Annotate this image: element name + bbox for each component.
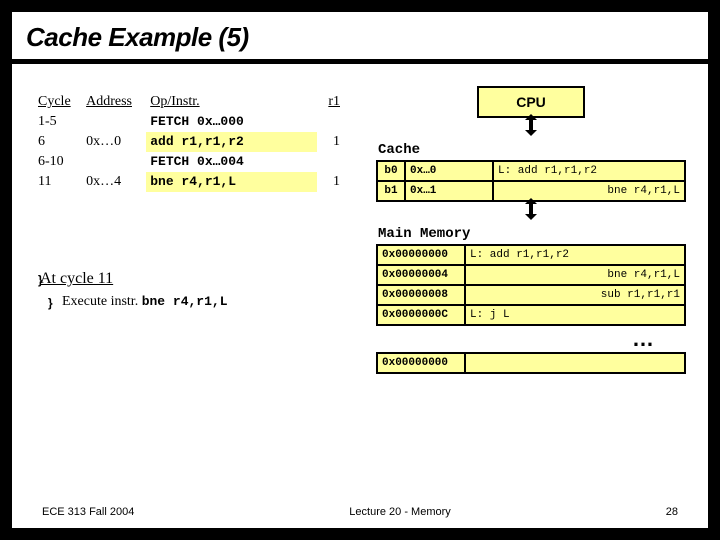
- diagram: CPU Cache b0 0x…0 L: add r1,r1,r2 b1 0x……: [376, 86, 686, 374]
- slide: Cache Example (5) Cycle Address Op/Instr…: [12, 12, 708, 528]
- mem-tail-empty: [465, 353, 685, 373]
- row0-op: FETCH 0x…000: [146, 112, 317, 132]
- row0-cycle: 1-5: [34, 112, 82, 132]
- row1-addr: 0x…0: [82, 132, 146, 152]
- hdr-cycle: Cycle: [34, 92, 82, 112]
- memory-ellipsis: …: [376, 326, 686, 352]
- row2-op: FETCH 0x…004: [146, 152, 317, 172]
- cache-r0-addr: 0x…0: [405, 161, 493, 181]
- cache-r0-instr: L: add r1,r1,r2: [493, 161, 685, 181]
- trace-table: Cycle Address Op/Instr. r1 1-5 FETCH 0x……: [34, 92, 344, 192]
- cache-r1-instr: bne r4,r1,L: [493, 181, 685, 201]
- hdr-r1: r1: [317, 92, 344, 112]
- mem-r3-instr: L: j L: [465, 305, 685, 325]
- row3-cycle: 11: [34, 172, 82, 192]
- mem-r0-instr: L: add r1,r1,r2: [465, 245, 685, 265]
- row3-r1: 1: [317, 172, 344, 192]
- mem-r3-addr: 0x0000000C: [377, 305, 465, 325]
- hdr-op: Op/Instr.: [146, 92, 317, 112]
- title-rule: [12, 59, 708, 64]
- cache-table: b0 0x…0 L: add r1,r1,r2 b1 0x…1 bne r4,r…: [376, 160, 686, 202]
- bullet-1-prefix: At: [40, 270, 60, 287]
- row0-r1: [317, 112, 344, 132]
- memory-tail: 0x00000000: [376, 352, 686, 374]
- hdr-address: Address: [82, 92, 146, 112]
- bullet-icon: }: [38, 273, 43, 287]
- row2-cycle: 6-10: [34, 152, 82, 172]
- row1-cycle: 6: [34, 132, 82, 152]
- bullet-2-text: Execute instr.: [62, 294, 142, 309]
- row3-addr: 0x…4: [82, 172, 146, 192]
- bullet-1-text: cycle 11: [60, 270, 113, 287]
- bullet-icon-2: }: [48, 296, 53, 310]
- mem-r2-instr: sub r1,r1,r1: [465, 285, 685, 305]
- row1-r1: 1: [317, 132, 344, 152]
- bullet-2: } Execute instr. bne r4,r1,L: [40, 294, 360, 310]
- mem-r2-addr: 0x00000008: [377, 285, 465, 305]
- mem-r1-instr: bne r4,r1,L: [465, 265, 685, 285]
- row0-addr: [82, 112, 146, 132]
- row2-r1: [317, 152, 344, 172]
- row3-op: bne r4,r1,L: [146, 172, 317, 192]
- footer: ECE 313 Fall 2004 Lecture 20 - Memory 28: [12, 506, 708, 518]
- cache-r1-idx: b1: [377, 181, 405, 201]
- cache-r1-addr: 0x…1: [405, 181, 493, 201]
- memory-table: 0x00000000 L: add r1,r1,r2 0x00000004 bn…: [376, 244, 686, 326]
- footer-right: 28: [666, 506, 678, 518]
- page-title: Cache Example (5): [12, 12, 708, 59]
- mem-r1-addr: 0x00000004: [377, 265, 465, 285]
- footer-center: Lecture 20 - Memory: [349, 506, 450, 518]
- cache-r0-idx: b0: [377, 161, 405, 181]
- row2-addr: [82, 152, 146, 172]
- cache-label: Cache: [378, 142, 686, 158]
- bullet-1: } At cycle 11: [40, 270, 360, 288]
- footer-left: ECE 313 Fall 2004: [42, 506, 134, 518]
- bullets: } At cycle 11 } Execute instr. bne r4,r1…: [40, 270, 360, 310]
- memory-label: Main Memory: [378, 226, 686, 242]
- bullet-2-mono: bne r4,r1,L: [142, 294, 228, 309]
- mem-tail-addr: 0x00000000: [377, 353, 465, 373]
- row1-op: add r1,r1,r2: [146, 132, 317, 152]
- mem-r0-addr: 0x00000000: [377, 245, 465, 265]
